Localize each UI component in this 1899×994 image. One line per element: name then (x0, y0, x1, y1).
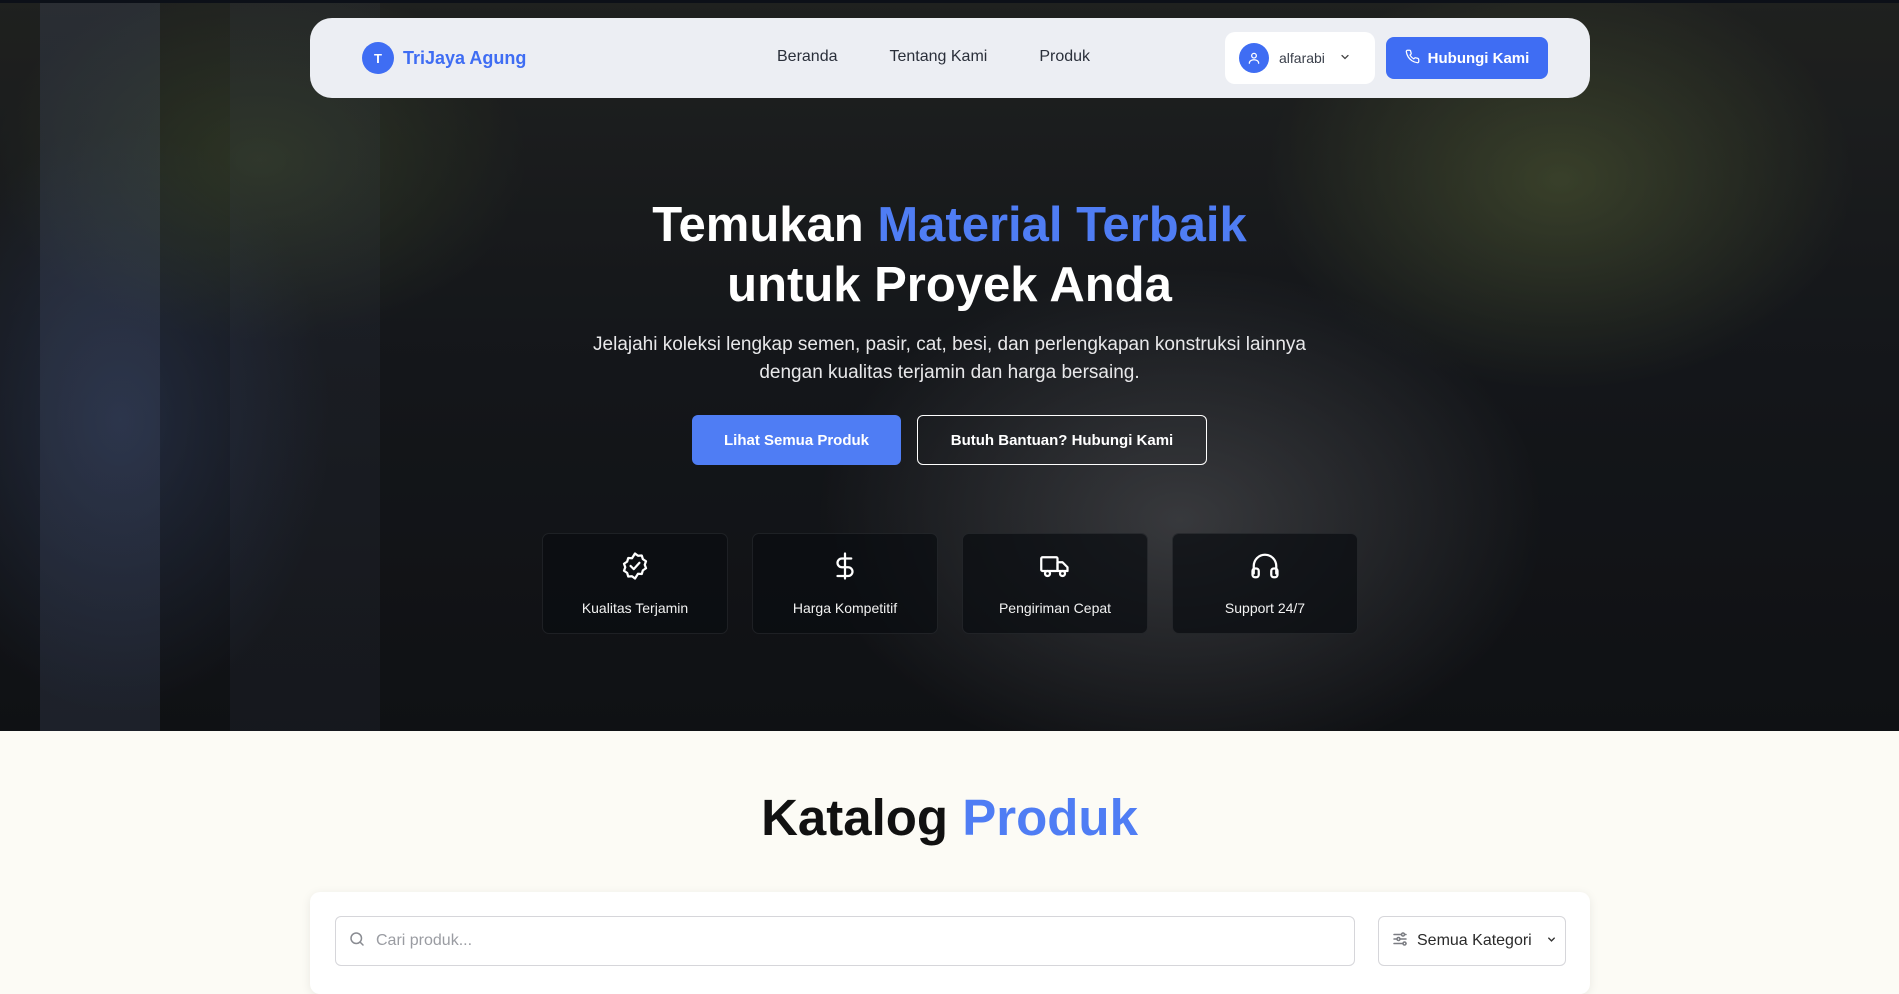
hero-subtitle-line1: Jelajahi koleksi lengkap semen, pasir, c… (593, 334, 1306, 355)
view-all-products-button[interactable]: Lihat Semua Produk (692, 415, 901, 465)
nav-link-tentang-kami[interactable]: Tentang Kami (890, 48, 988, 66)
category-select[interactable]: Semua Kategori (1378, 916, 1566, 966)
catalog-filter-card: Semua Kategori (310, 892, 1590, 994)
search-icon (348, 930, 366, 953)
category-value: Semua Kategori (1417, 932, 1532, 949)
dollar-icon (830, 551, 860, 586)
feature-label: Harga Kompetitif (792, 600, 898, 616)
search-input[interactable] (376, 932, 1336, 950)
hero-subtitle-line2: dengan kualitas terjamin dan harga bersa… (759, 362, 1140, 383)
user-icon (1239, 43, 1269, 73)
filter-icon (1391, 930, 1409, 953)
hero-title: Temukan Material Terbaik untuk Proyek An… (0, 195, 1899, 315)
feature-list: Kualitas Terjamin Harga Kompetitif Pengi… (542, 533, 1358, 634)
brand-name: TriJaya Agung (403, 47, 527, 68)
hero-title-accent: Material Terbaik (877, 198, 1247, 252)
brand-badge: T (362, 42, 394, 74)
search-box (335, 916, 1355, 966)
feature-card: Support 24/7 (1172, 533, 1358, 634)
hero-title-line2: untuk Proyek Anda (727, 258, 1172, 312)
nav-link-produk[interactable]: Produk (1039, 48, 1090, 66)
user-name: alfarabi (1279, 50, 1325, 66)
truck-icon (1040, 551, 1070, 586)
contact-button[interactable]: Hubungi Kami (1386, 37, 1548, 79)
feature-label: Pengiriman Cepat (998, 600, 1112, 616)
phone-icon (1405, 49, 1420, 68)
feature-label: Kualitas Terjamin (581, 600, 689, 616)
feature-label: Support 24/7 (1224, 600, 1306, 616)
chevron-down-icon (1339, 51, 1351, 66)
brand-logo[interactable]: T TriJaya Agung (362, 42, 526, 74)
navbar: T TriJaya Agung Beranda Tentang Kami Pro… (310, 18, 1590, 98)
hero-subtitle: Jelajahi koleksi lengkap semen, pasir, c… (0, 331, 1899, 387)
contact-button-label: Hubungi Kami (1427, 49, 1530, 67)
feature-card: Pengiriman Cepat (962, 533, 1148, 634)
headphones-icon (1250, 551, 1280, 586)
hero-content: Temukan Material Terbaik untuk Proyek An… (0, 195, 1899, 465)
hero-buttons: Lihat Semua Produk Butuh Bantuan? Hubung… (0, 415, 1899, 465)
help-contact-button[interactable]: Butuh Bantuan? Hubungi Kami (917, 415, 1207, 465)
catalog-title-part1: Katalog (761, 789, 963, 846)
catalog-title: Katalog Produk (0, 788, 1899, 847)
catalog-title-accent: Produk (962, 789, 1138, 846)
top-border (0, 0, 1899, 3)
nav-link-beranda[interactable]: Beranda (777, 48, 838, 66)
user-menu[interactable]: alfarabi (1225, 32, 1375, 84)
badge-check-icon (620, 551, 650, 586)
hero-title-part1: Temukan (652, 198, 878, 252)
chevron-down-icon (1546, 934, 1557, 948)
feature-card: Kualitas Terjamin (542, 533, 728, 634)
nav-links: Beranda Tentang Kami Produk (777, 48, 1090, 66)
feature-card: Harga Kompetitif (752, 533, 938, 634)
